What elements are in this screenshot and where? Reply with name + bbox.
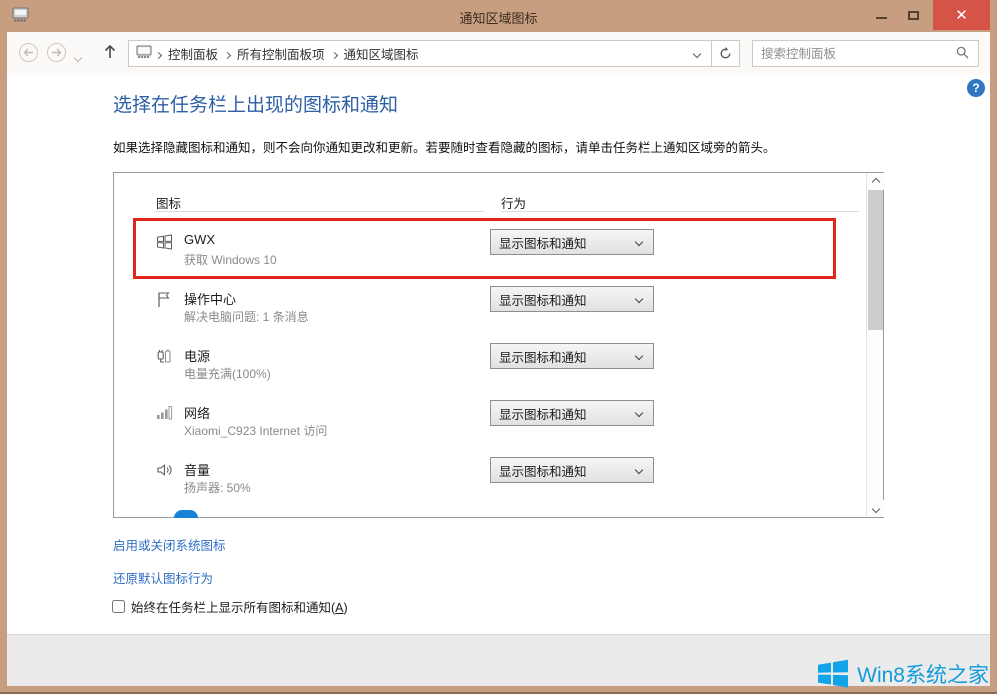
minimize-button[interactable] bbox=[866, 0, 896, 30]
help-icon[interactable]: ? bbox=[967, 79, 985, 97]
breadcrumb-control-panel[interactable]: 控制面板 bbox=[164, 44, 222, 63]
column-underline bbox=[156, 211, 484, 212]
table-row: 音量 扬声器: 50% 显示图标和通知 bbox=[114, 454, 864, 511]
minimize-icon bbox=[876, 17, 887, 19]
windows-logo-icon bbox=[156, 234, 173, 253]
column-header-icons: 图标 bbox=[156, 193, 181, 212]
recent-locations-chevron-icon[interactable] bbox=[75, 50, 81, 64]
up-one-level-button[interactable] bbox=[103, 44, 117, 63]
item-subtitle: 获取 Windows 10 bbox=[184, 251, 277, 268]
search-icon[interactable] bbox=[956, 46, 969, 62]
address-dropdown-chevron-icon[interactable] bbox=[683, 41, 711, 66]
dropdown-value: 显示图标和通知 bbox=[499, 404, 587, 423]
behavior-dropdown[interactable]: 显示图标和通知 bbox=[490, 457, 654, 483]
dropdown-value: 显示图标和通知 bbox=[499, 233, 587, 252]
windows-logo-icon bbox=[816, 657, 850, 690]
behavior-dropdown[interactable]: 显示图标和通知 bbox=[490, 400, 654, 426]
item-name: GWX bbox=[184, 232, 215, 247]
search-input[interactable] bbox=[753, 47, 956, 61]
breadcrumb-all-items[interactable]: 所有控制面板项 bbox=[233, 44, 329, 63]
window-title: 通知区域图标 bbox=[0, 8, 997, 27]
link-turn-system-icons-on-off[interactable]: 启用或关闭系统图标 bbox=[113, 535, 226, 554]
title-bar: 通知区域图标 ✕ bbox=[0, 0, 997, 32]
maximize-icon bbox=[908, 11, 919, 20]
column-header-behaviors: 行为 bbox=[501, 193, 526, 212]
checkbox-label: 始终在任务栏上显示所有图标和通知(A) bbox=[131, 597, 348, 616]
window: 通知区域图标 ✕ bbox=[0, 0, 997, 694]
behavior-dropdown[interactable]: 显示图标和通知 bbox=[490, 286, 654, 312]
forward-button[interactable] bbox=[47, 43, 66, 62]
always-show-icons-row: 始终在任务栏上显示所有图标和通知(A) bbox=[112, 597, 348, 616]
back-button[interactable] bbox=[19, 43, 38, 62]
address-bar[interactable]: 控制面板 所有控制面板项 通知区域图标 bbox=[128, 40, 740, 67]
chevron-down-icon bbox=[635, 238, 643, 246]
breadcrumb-separator-icon bbox=[332, 47, 337, 61]
scroll-down-arrow-icon[interactable] bbox=[867, 500, 884, 517]
search-box bbox=[752, 40, 979, 67]
chevron-down-icon bbox=[635, 295, 643, 303]
behavior-dropdown[interactable]: 显示图标和通知 bbox=[490, 229, 654, 255]
watermark-text: Win8系统之家 bbox=[857, 659, 989, 689]
item-name: 操作中心 bbox=[184, 289, 236, 308]
dropdown-value: 显示图标和通知 bbox=[499, 347, 587, 366]
behavior-dropdown[interactable]: 显示图标和通知 bbox=[490, 343, 654, 369]
link-restore-default-icon-behaviors[interactable]: 还原默认图标行为 bbox=[113, 568, 213, 587]
window-body: 控制面板 所有控制面板项 通知区域图标 ? bbox=[7, 32, 990, 686]
chevron-down-icon bbox=[635, 466, 643, 474]
breadcrumb-separator-icon bbox=[225, 47, 230, 61]
page-description: 如果选择隐藏图标和通知，则不会向你通知更改和更新。若要随时查看隐藏的图标，请单击… bbox=[113, 137, 776, 156]
close-icon: ✕ bbox=[955, 8, 968, 23]
speaker-icon bbox=[156, 462, 173, 481]
chevron-down-icon bbox=[635, 409, 643, 417]
icons-list-panel: 图标 行为 GWX 获取 Windows 10 显示图标和通知 bbox=[113, 172, 884, 518]
network-bars-icon bbox=[156, 405, 173, 423]
chevron-down-icon bbox=[635, 352, 643, 360]
column-underline bbox=[501, 211, 859, 212]
navigation-bar: 控制面板 所有控制面板项 通知区域图标 bbox=[7, 32, 990, 75]
item-subtitle: 电量充满(100%) bbox=[184, 365, 271, 382]
close-button[interactable]: ✕ bbox=[933, 0, 990, 30]
table-row: GWX 获取 Windows 10 显示图标和通知 bbox=[114, 226, 864, 283]
item-name: 网络 bbox=[184, 403, 210, 422]
page-title: 选择在任务栏上出现的图标和通知 bbox=[113, 90, 398, 117]
flag-icon bbox=[156, 291, 172, 311]
refresh-button[interactable] bbox=[711, 41, 739, 66]
item-name: 音量 bbox=[184, 460, 210, 479]
table-row: 电源 电量充满(100%) 显示图标和通知 bbox=[114, 340, 864, 397]
dropdown-value: 显示图标和通知 bbox=[499, 461, 587, 480]
control-panel-monitor-icon bbox=[136, 45, 153, 62]
item-subtitle: Xiaomi_C923 Internet 访问 bbox=[184, 422, 327, 439]
scrollbar[interactable] bbox=[866, 173, 883, 517]
maximize-button[interactable] bbox=[898, 0, 928, 30]
breadcrumb-separator-icon bbox=[156, 47, 161, 61]
power-plug-icon bbox=[156, 348, 172, 368]
item-subtitle: 扬声器: 50% bbox=[184, 479, 251, 496]
table-row: 网络 Xiaomi_C923 Internet 访问 显示图标和通知 bbox=[114, 397, 864, 454]
table-row: 操作中心 解决电脑问题: 1 条消息 显示图标和通知 bbox=[114, 283, 864, 340]
partially-visible-item-icon bbox=[174, 510, 198, 518]
scrollbar-thumb[interactable] bbox=[868, 190, 883, 330]
item-name: 电源 bbox=[184, 346, 210, 365]
item-subtitle: 解决电脑问题: 1 条消息 bbox=[184, 308, 309, 325]
always-show-icons-checkbox[interactable] bbox=[112, 600, 125, 613]
scroll-up-arrow-icon[interactable] bbox=[867, 173, 884, 190]
watermark: Win8系统之家 bbox=[816, 657, 989, 690]
breadcrumb-notification-area-icons[interactable]: 通知区域图标 bbox=[340, 44, 423, 63]
dropdown-value: 显示图标和通知 bbox=[499, 290, 587, 309]
